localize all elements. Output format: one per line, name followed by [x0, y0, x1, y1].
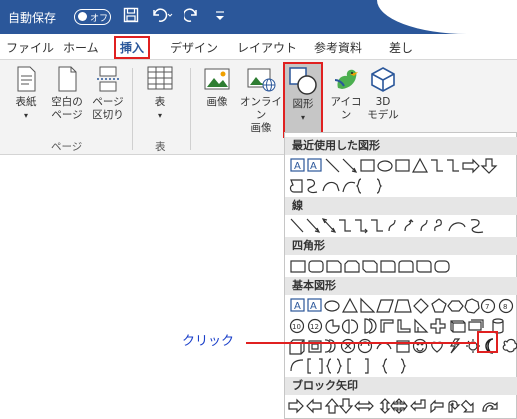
- tab-design[interactable]: デザイン: [170, 39, 218, 56]
- redo-icon[interactable]: [182, 7, 200, 27]
- image-label: 画像: [206, 96, 228, 108]
- online-image-label-2: 画像: [250, 122, 272, 134]
- svg-text:A: A: [294, 301, 301, 312]
- 3d-model-label-2: モデル: [367, 109, 399, 121]
- category-basic-shapes: 基本図形: [285, 277, 517, 295]
- shape-row-basic-1[interactable]: A A 7 8: [285, 295, 517, 317]
- toggle-knob: [78, 12, 87, 21]
- category-block-arrows: ブロック矢印: [285, 377, 517, 395]
- icons-label: アイコン: [330, 96, 362, 121]
- rectangles-icon[interactable]: [285, 255, 517, 277]
- cube-icon: [371, 67, 395, 92]
- category-rectangles: 四角形: [285, 237, 517, 255]
- cover-page-icon: [17, 66, 36, 92]
- page-break-label-2: 区切り: [92, 109, 124, 121]
- ribbon-separator: [190, 68, 191, 150]
- blank-page-label-2: ページ: [51, 109, 83, 121]
- chevron-down-icon: ▾: [300, 113, 305, 122]
- shape-row-basic-4[interactable]: [285, 355, 517, 377]
- table-button[interactable]: 表 ▾: [140, 66, 180, 132]
- tab-home[interactable]: ホーム: [63, 39, 99, 56]
- annotation-pointer-line: [246, 342, 476, 344]
- block-arrows-icon[interactable]: [285, 395, 517, 417]
- shapes-label: 図形: [292, 98, 314, 110]
- svg-text:A: A: [310, 301, 317, 312]
- table-group-label: 表: [155, 141, 166, 153]
- undo-icon[interactable]: [150, 7, 174, 27]
- table-icon: [147, 66, 173, 90]
- 3d-model-button[interactable]: 3D モデル: [366, 66, 400, 132]
- ribbon-separator: [132, 68, 133, 150]
- autosave-label: 自動保存: [8, 11, 57, 25]
- customize-qat-icon[interactable]: [214, 7, 226, 27]
- pages-group-label: ページ: [51, 141, 83, 153]
- svg-text:10: 10: [292, 323, 301, 331]
- lines-icon[interactable]: [285, 215, 517, 237]
- tab-layout[interactable]: レイアウト: [237, 39, 297, 56]
- table-label: 表: [154, 96, 166, 108]
- title-bar: 自動保存 オフ: [0, 0, 517, 34]
- chevron-down-icon: ▾: [23, 111, 28, 120]
- title-bar-decoration: [377, 0, 517, 34]
- tab-file[interactable]: ファイル: [6, 39, 54, 56]
- moon-shape-highlight[interactable]: [477, 331, 498, 353]
- category-recent-shapes: 最近使用した図形: [285, 137, 517, 155]
- shapes-button[interactable]: 図形 ▾: [283, 62, 323, 138]
- online-image-label-1: オンライン: [240, 96, 282, 121]
- click-annotation: クリック: [182, 334, 235, 349]
- basic-shapes-row-1-icon[interactable]: A A 7 8: [285, 295, 517, 317]
- shape-row-lines[interactable]: [285, 215, 517, 237]
- 3d-model-label-1: 3D: [375, 96, 391, 108]
- tab-references[interactable]: 参考資料: [314, 39, 362, 56]
- blank-page-icon: [58, 66, 77, 92]
- image-button[interactable]: 画像: [198, 66, 236, 132]
- online-image-icon: [247, 68, 276, 92]
- page-break-label-1: ページ: [92, 96, 124, 108]
- tab-insert[interactable]: 挿入: [114, 36, 151, 59]
- recent-shapes-icon[interactable]: A A: [285, 155, 517, 177]
- page-break-icon: [97, 66, 119, 92]
- blank-page-label-1: 空白の: [51, 96, 83, 108]
- shape-row-recent-1[interactable]: A A: [285, 155, 517, 177]
- svg-text:7: 7: [485, 303, 489, 311]
- autosave-toggle[interactable]: オフ: [74, 9, 111, 25]
- shape-row-block-arrows[interactable]: [285, 395, 517, 417]
- tab-mailings[interactable]: 差し: [389, 39, 413, 56]
- shapes-gallery: 最近使用した図形 A A 線 四角形 基本図形 A A 7 8 10 12 ブロ…: [284, 132, 517, 419]
- toggle-state: オフ: [90, 14, 109, 24]
- image-icon: [204, 68, 230, 90]
- cover-page-button[interactable]: 表紙 ▾: [8, 66, 44, 132]
- ribbon-tabs: ファイル ホーム 挿入 デザイン レイアウト 参考資料 差し: [0, 34, 517, 60]
- svg-text:8: 8: [503, 303, 507, 311]
- shapes-icon: [289, 67, 317, 95]
- svg-text:A: A: [294, 161, 301, 172]
- cover-page-label: 表紙: [15, 96, 37, 108]
- chevron-down-icon: ▾: [157, 111, 162, 120]
- svg-text:12: 12: [310, 323, 319, 331]
- blank-page-button[interactable]: 空白の ページ: [48, 66, 86, 132]
- svg-text:A: A: [310, 161, 317, 172]
- page-break-button[interactable]: ページ 区切り: [89, 66, 127, 132]
- icons-button[interactable]: アイコン: [326, 66, 366, 132]
- category-lines: 線: [285, 197, 517, 215]
- shape-row-recent-2[interactable]: [285, 175, 517, 197]
- shape-row-rectangles[interactable]: [285, 255, 517, 277]
- basic-shapes-row-4-icon[interactable]: [285, 355, 517, 377]
- save-icon[interactable]: [123, 7, 139, 27]
- bird-icon: [334, 69, 358, 89]
- online-image-button[interactable]: オンライン 画像: [238, 66, 284, 134]
- recent-shapes-more-icon[interactable]: [285, 175, 517, 197]
